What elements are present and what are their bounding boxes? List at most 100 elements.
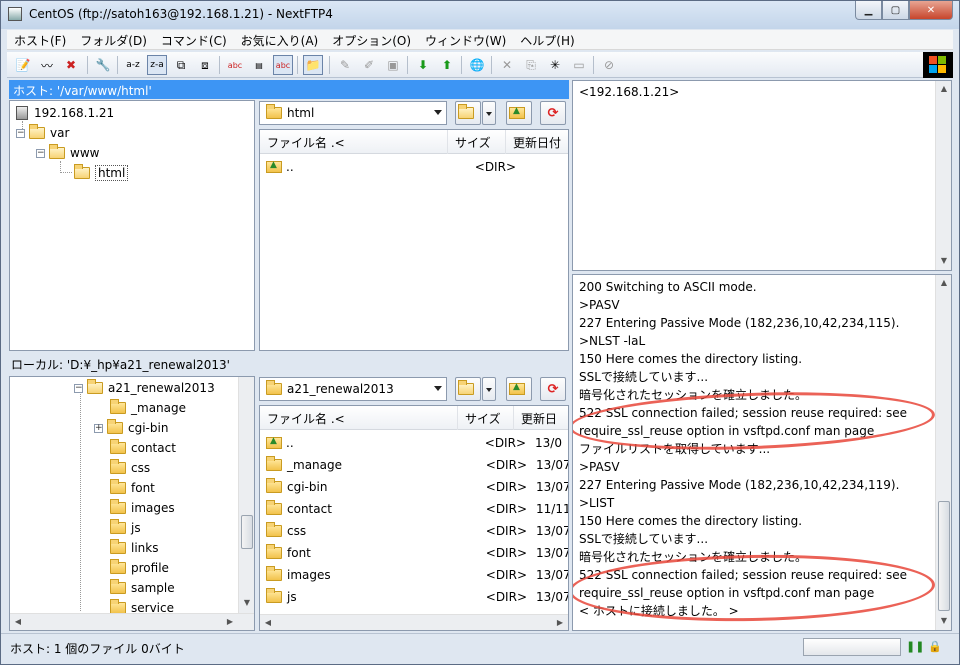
scrollbar-thumb[interactable] [938,501,950,611]
column-size[interactable]: サイズ [458,406,514,430]
remote-parent-folder-button[interactable] [506,101,532,125]
tree-item[interactable]: css [110,458,150,478]
rename-icon[interactable]: ✐ [359,55,379,75]
scroll-down-icon[interactable]: ▼ [936,253,951,269]
copy-icon[interactable]: ⎘ [521,55,541,75]
scroll-down-icon[interactable]: ▼ [239,595,254,611]
table-row[interactable]: font <DIR> 13/07 [266,542,568,564]
upload-arrow-icon[interactable]: ⬆ [437,55,457,75]
scroll-up-icon[interactable]: ▲ [936,275,951,291]
tree-item[interactable]: js [110,518,141,538]
table-row[interactable]: css <DIR> 13/07 [266,520,568,542]
scroll-right-icon[interactable]: ▶ [222,614,238,630]
scroll-up-icon[interactable]: ▲ [936,81,951,97]
local-parent-folder-button[interactable] [506,377,532,401]
new-folder-icon[interactable]: ▭ [569,55,589,75]
delete-icon[interactable]: ✕ [497,55,517,75]
local-tree-hscrollbar[interactable]: ◀ ▶ [10,613,254,630]
chevron-down-icon [434,386,442,391]
tree-item-server[interactable]: 192.168.1.21 [16,103,114,123]
tree-item-www[interactable]: − www [36,143,99,163]
log-scrollbar[interactable]: ▲ ▼ [935,275,951,630]
column-filename[interactable]: ファイル名 .< [260,130,448,154]
remote-open-folder-button[interactable] [455,101,481,125]
expand-icon[interactable]: + [94,423,103,433]
title-bar: CentOS (ftp://satoh163@192.168.1.21) - N… [1,1,959,29]
collapse-icon[interactable]: − [16,128,25,138]
table-row[interactable]: .. <DIR> [266,156,566,178]
scroll-left-icon[interactable]: ◀ [10,614,26,630]
view-list-icon[interactable]: ▤ [249,55,269,75]
table-row[interactable]: cgi-bin <DIR> 13/07 [266,476,568,498]
settings-wrench-icon[interactable]: 🔧 [93,55,113,75]
remote-folder-combo[interactable]: html [259,101,447,125]
column-date[interactable]: 更新日付 [506,130,568,154]
local-open-folder-button[interactable] [455,377,481,401]
menu-host[interactable]: ホスト(F) [7,30,73,49]
tree-item[interactable]: font [110,478,155,498]
tree-item-var[interactable]: − var [16,123,69,143]
sort-az-icon[interactable]: a-z [123,55,143,75]
tree-item-html[interactable]: html [74,163,129,183]
menu-options[interactable]: オプション(O) [325,30,418,49]
connect-icon[interactable]: 〰 [37,55,57,75]
scrollbar-thumb[interactable] [241,515,253,549]
menu-bar: ホスト(F) フォルダ(D) コマンド(C) お気に入り(A) オプション(O)… [7,30,953,50]
minimize-button[interactable]: ▁ [855,1,882,20]
info-scrollbar[interactable]: ▲ ▼ [935,81,951,270]
copy-window-icon[interactable]: ⧉ [171,55,191,75]
folder-icon [110,579,126,594]
menu-favorites[interactable]: お気に入り(A) [234,30,326,49]
tree-item[interactable]: images [110,498,175,518]
host-info-panel: <192.168.1.21> ▲ ▼ [572,80,952,271]
new-file-icon[interactable]: ✳ [545,55,565,75]
tree-item[interactable]: contact [110,438,176,458]
remote-refresh-button[interactable]: ⟳ [540,101,566,125]
tree-item[interactable]: sample [110,578,175,598]
local-tree-scrollbar[interactable]: ▼ [238,377,254,613]
column-size[interactable]: サイズ [448,130,506,154]
menu-help[interactable]: ヘルプ(H) [513,30,581,49]
tree-item[interactable]: + cgi-bin [94,418,168,438]
abort-icon[interactable]: ⊘ [599,55,619,75]
collapse-icon[interactable]: − [74,383,83,393]
host-list-icon[interactable]: 📝 [13,55,33,75]
table-row[interactable]: ..<DIR>13/0 [266,432,566,454]
local-folder-dropdown-button[interactable] [482,377,496,401]
attribute-icon[interactable]: ▣ [383,55,403,75]
scroll-right-icon[interactable]: ▶ [552,615,568,630]
view-large-icon[interactable]: abc [225,55,245,75]
folder-open-icon [87,379,103,394]
column-filename[interactable]: ファイル名 .< [260,406,458,430]
pause-icon[interactable]: ❚❚ [906,640,924,653]
maximize-button[interactable]: ▢ [882,1,909,20]
scroll-left-icon[interactable]: ◀ [260,615,276,630]
local-list-hscrollbar[interactable]: ◀ ▶ [260,614,568,630]
remote-folder-dropdown-button[interactable] [482,101,496,125]
tree-item-a21-renewal2013[interactable]: − a21_renewal2013 [74,378,215,398]
scroll-down-icon[interactable]: ▼ [936,613,951,629]
folder-sync-icon[interactable]: 📁 [303,55,323,75]
column-date[interactable]: 更新日 [514,406,568,430]
view-detail-icon[interactable]: abc [273,55,293,75]
menu-command[interactable]: コマンド(C) [154,30,234,49]
menu-folder[interactable]: フォルダ(D) [73,30,154,49]
table-row[interactable]: images <DIR> 13/07 [266,564,568,586]
edit-icon[interactable]: ✎ [335,55,355,75]
menu-window[interactable]: ウィンドウ(W) [418,30,513,49]
table-row[interactable]: _manage <DIR> 13/07 [266,454,568,476]
close-button[interactable]: ✕ [909,1,953,20]
globe-icon[interactable]: 🌐 [467,55,487,75]
tree-item[interactable]: links [110,538,158,558]
table-row[interactable]: contact <DIR> 11/11 [266,498,568,520]
disconnect-icon[interactable]: ✖ [61,55,81,75]
compare-icon[interactable]: ⧈ [195,55,215,75]
table-row[interactable]: js <DIR> 13/07 [266,586,568,608]
download-arrow-icon[interactable]: ⬇ [413,55,433,75]
tree-item[interactable]: profile [110,558,169,578]
sort-za-icon[interactable]: z-a [147,55,167,75]
local-refresh-button[interactable]: ⟳ [540,377,566,401]
local-folder-combo[interactable]: a21_renewal2013 [259,377,447,401]
tree-item[interactable]: _manage [110,398,186,418]
collapse-icon[interactable]: − [36,148,45,158]
